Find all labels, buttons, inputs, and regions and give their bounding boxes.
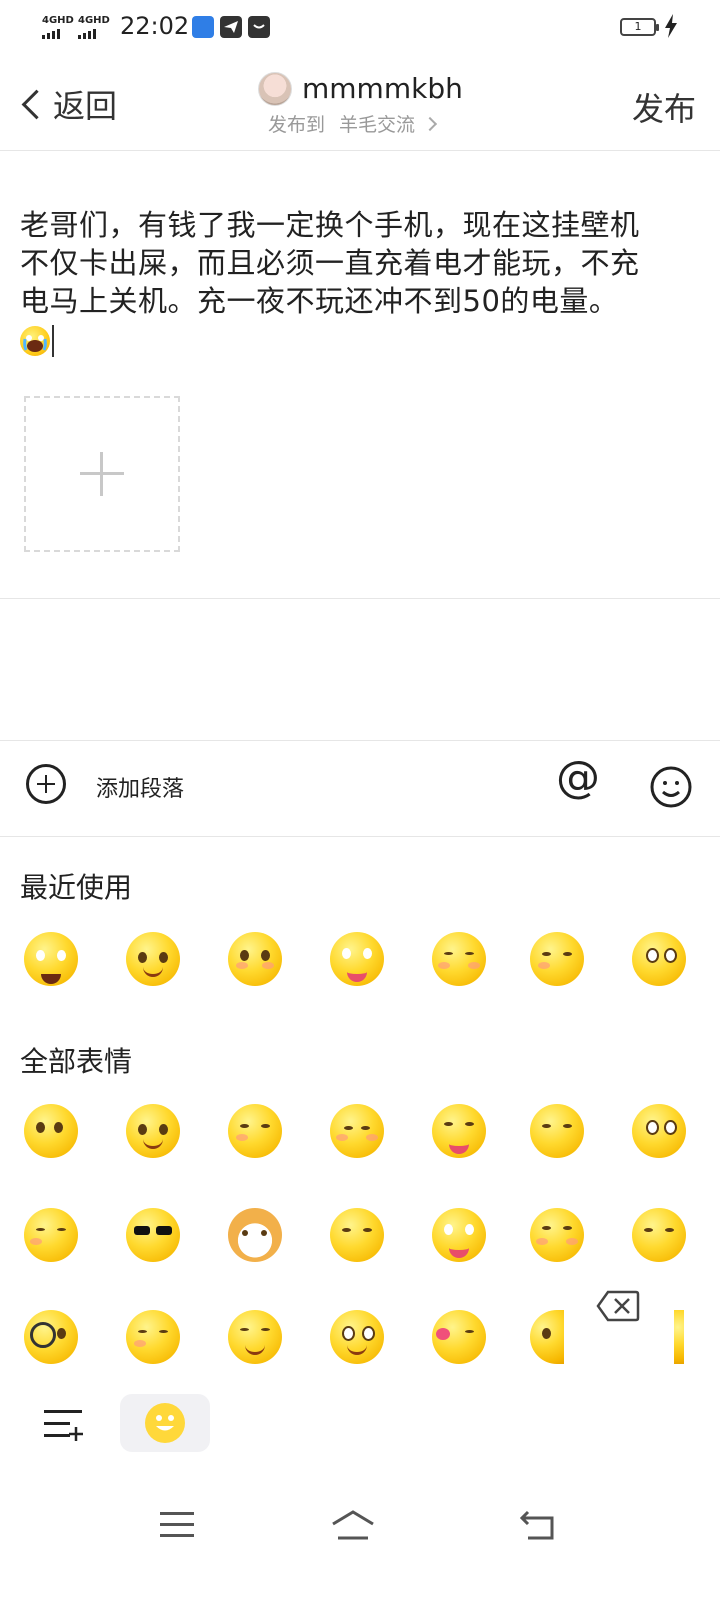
tired-emoji[interactable] [24,1208,78,1262]
back-button[interactable]: 返回 [18,82,117,126]
divider [0,598,720,599]
signal-2-label: 4GHD [78,15,110,26]
emoji-tab[interactable] [120,1394,210,1452]
signal-2: 4GHD [78,16,110,39]
panel-tab-bar [0,1392,720,1462]
smirk-emoji[interactable] [530,932,584,986]
video-app-icon [192,16,214,38]
angry-hand-emoji[interactable] [632,1208,686,1262]
backspace-button[interactable] [596,1290,640,1322]
yawn-emoji[interactable] [228,932,282,986]
username[interactable]: mmmmkbh [302,72,463,105]
shopping-bag-icon [248,16,270,38]
thinking-hand-emoji[interactable] [530,1104,584,1158]
signal-1-label: 4GHD [42,15,74,26]
signal-1: 4GHD [42,16,74,39]
smile-icon[interactable] [650,766,692,808]
nav-menu-button[interactable] [160,1512,194,1538]
thinking-emoji[interactable] [24,1104,78,1158]
smirk-emoji[interactable] [228,1104,282,1158]
surprised-emoji[interactable] [632,932,686,986]
editor-toolbar: 添加段落 @ [0,740,720,836]
publish-button[interactable]: 发布 [632,84,696,130]
status-time: 22:02 [120,12,190,40]
post-target-selector[interactable]: 发布到 羊毛交流 [268,110,438,137]
sneeze-emoji[interactable] [126,1310,180,1364]
divider [0,836,720,837]
cool-sunglasses-emoji[interactable] [126,1208,180,1262]
forum-name: 羊毛交流 [339,114,416,136]
add-paragraph-icon[interactable] [26,764,66,804]
star-eyes-emoji[interactable] [330,932,384,986]
battery-indicator: 1 [620,18,659,36]
thinking-emoji[interactable] [330,1208,384,1262]
sleepy-emoji[interactable] [432,932,486,986]
all-emoji-title: 全部表情 [20,1045,133,1078]
heart-kiss-emoji[interactable] [432,1310,486,1364]
charging-icon [664,14,678,44]
status-bar: 4GHD 4GHD 22:02 1 [0,0,720,56]
divider [0,150,720,151]
star-eyes-emoji[interactable] [432,1208,486,1262]
peek-emoji[interactable] [530,1310,564,1364]
grin-emoji[interactable] [228,1310,282,1364]
laugh-cry-emoji[interactable] [126,1104,180,1158]
peek-emoji[interactable] [674,1310,684,1364]
telegram-icon [220,16,242,38]
chevron-right-icon [422,116,438,132]
tongue-emoji[interactable] [432,1104,486,1158]
add-paragraph-button[interactable]: 添加段落 [96,771,184,803]
list-add-icon[interactable] [44,1406,84,1446]
shiba-dog-emoji[interactable] [228,1208,282,1262]
add-image-button[interactable] [24,396,180,552]
nav-back-button[interactable] [519,1510,556,1540]
recent-emoji-title: 最近使用 [20,871,133,904]
surprised-emoji[interactable] [632,1104,686,1158]
at-icon[interactable]: @ [556,752,600,803]
crying-emoji[interactable] [24,932,78,986]
post-text: 老哥们，有钱了我一定换个手机，现在这挂壁机不仅卡出屎，而且必须一直充着电才能玩，… [20,208,640,318]
nav-home-button[interactable] [330,1508,376,1540]
text-caret [52,325,54,357]
avatar[interactable] [258,72,292,106]
eye-roll-emoji[interactable] [530,1208,584,1262]
magnifier-emoji[interactable] [24,1310,78,1364]
drool-emoji[interactable] [330,1310,384,1364]
post-to-label: 发布到 [268,114,326,136]
laugh-cry-emoji[interactable] [126,932,180,986]
back-label: 返回 [53,87,118,125]
post-editor[interactable]: 老哥们，有钱了我一定换个手机，现在这挂壁机不仅卡出屎，而且必须一直充着电才能玩，… [20,206,640,358]
chevron-left-icon [21,89,52,119]
shy-emoji[interactable] [330,1104,384,1158]
crying-emoji-icon [20,326,50,356]
emoji-tab-icon [145,1403,185,1443]
